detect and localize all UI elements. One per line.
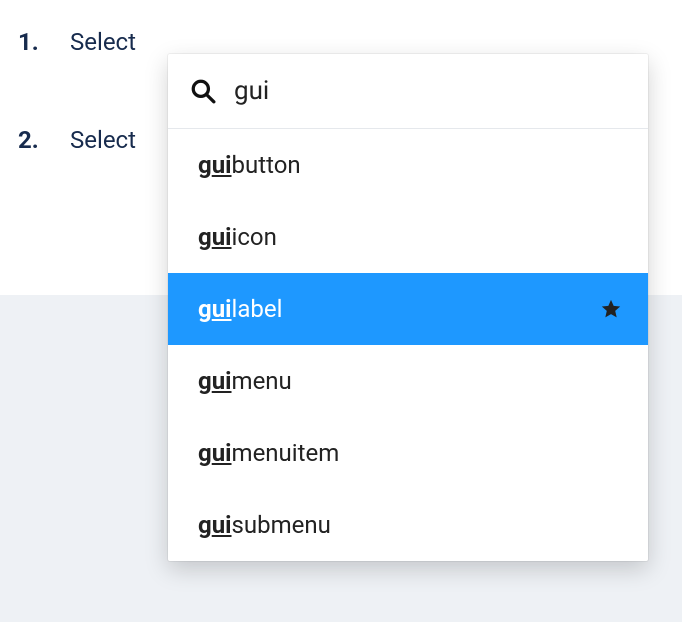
- result-item[interactable]: guimenu: [168, 345, 648, 417]
- results-list[interactable]: guibutton guiicon guilabel guimenu guimenuit…: [168, 129, 648, 561]
- result-item[interactable]: guisubmenu: [168, 489, 648, 561]
- star-icon: [600, 298, 622, 320]
- result-item-label: guimenu: [198, 367, 292, 395]
- list-item: 1. Select: [0, 28, 682, 56]
- autocomplete-dropdown: guibutton guiicon guilabel guimenu guimenuit…: [168, 54, 648, 561]
- list-item-number: 1.: [0, 28, 70, 56]
- list-item-text: Select: [70, 28, 136, 56]
- search-row: [168, 54, 648, 129]
- result-item[interactable]: guibutton: [168, 129, 648, 201]
- result-item-label: guimenuitem: [198, 439, 339, 467]
- search-input[interactable]: [234, 76, 624, 106]
- result-item[interactable]: guimenuitem: [168, 417, 648, 489]
- result-item[interactable]: guiicon: [168, 201, 648, 273]
- list-item-number: 2.: [0, 126, 70, 154]
- list-item-text: Select: [70, 126, 136, 154]
- result-item-label: guisubmenu: [198, 511, 331, 539]
- search-icon: [190, 78, 216, 104]
- result-item-label: guilabel: [198, 295, 282, 323]
- result-item-label: guibutton: [198, 151, 301, 179]
- result-item[interactable]: guilabel: [168, 273, 648, 345]
- result-item-label: guiicon: [198, 223, 277, 251]
